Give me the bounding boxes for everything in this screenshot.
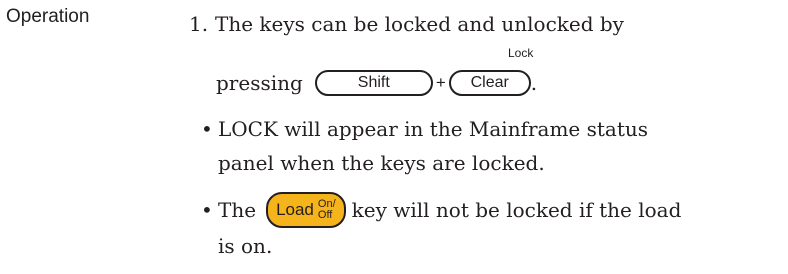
clear-key: Clear xyxy=(448,70,531,96)
shift-key: Shift xyxy=(314,70,433,96)
off-label: Off xyxy=(317,209,333,221)
bullet-text-before: The xyxy=(218,198,257,222)
end-punctuation: . xyxy=(530,71,538,95)
plus-sign: + xyxy=(435,73,446,92)
bullet-text-line2: panel when the keys are locked. xyxy=(218,151,545,175)
bullet-text-line2: is on. xyxy=(218,234,273,258)
step-number: 1. xyxy=(189,12,209,36)
bullet-dot-icon: • xyxy=(201,117,213,141)
bullet-dot-icon: • xyxy=(201,198,213,222)
step-text-line1: The keys can be locked and unlocked by xyxy=(215,12,624,36)
on-off-label: On/ Off xyxy=(318,199,336,221)
clear-key-secondary-label: Lock xyxy=(508,46,534,60)
bullet-text-line1: LOCK will appear in the Mainframe status xyxy=(218,117,649,141)
pressing-text: pressing xyxy=(216,71,303,95)
load-on-off-key: Load On/ Off xyxy=(266,192,346,228)
load-key-label: Load xyxy=(276,200,314,219)
key-combination: pressing Shift + Clear . xyxy=(216,66,537,100)
bullet-text-after: key will not be locked if the load xyxy=(351,198,682,222)
section-heading: Operation xyxy=(6,6,90,27)
